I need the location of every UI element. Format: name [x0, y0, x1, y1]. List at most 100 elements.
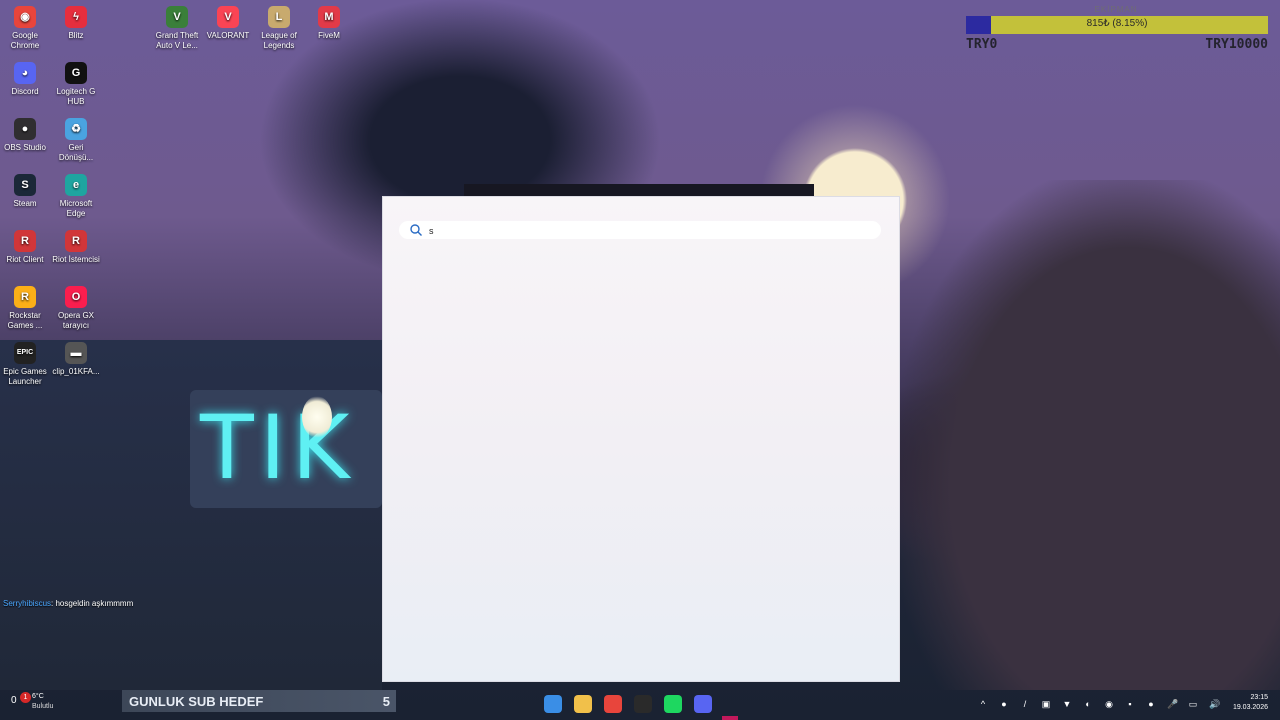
donation-title: EKİPMAN — [1094, 5, 1138, 14]
tray-icon[interactable]: ▭ — [1188, 699, 1198, 709]
app-icon: V — [166, 6, 188, 28]
tray-icon[interactable]: 🎤 — [1167, 699, 1178, 709]
active-app-indicator — [722, 716, 738, 720]
weather-temp: 6°C — [32, 693, 44, 700]
tray-icon[interactable]: ◐ — [1083, 699, 1093, 709]
desktop-icon[interactable]: O Opera GX tarayıcı — [52, 286, 100, 331]
taskbar-discord-icon[interactable] — [694, 695, 712, 713]
app-icon: R — [14, 230, 36, 252]
sub-goal-label: GUNLUK SUB HEDEF — [129, 694, 264, 709]
wallpaper-neon-sign: TIK — [190, 390, 382, 508]
donation-bar-fill — [966, 16, 991, 34]
desktop-icon[interactable]: ♻ Geri Dönüşü... — [52, 118, 100, 163]
chat-text: : hosgeldin aşkımmmm — [51, 599, 134, 608]
taskbar-start-icon[interactable] — [544, 695, 562, 713]
desktop-icon-label: Blitz — [68, 31, 84, 40]
tray-icon[interactable]: ▣ — [1041, 699, 1051, 709]
desktop-icon-label: Riot İstemcisi — [52, 255, 100, 264]
desktop-icon-label: Discord — [11, 87, 39, 96]
desktop-icon-label: Google Chrome — [10, 31, 40, 50]
clock-time: 23:15 — [1250, 694, 1268, 701]
notification-badge: 1 — [20, 692, 31, 703]
desktop-icon-label: Grand Theft Auto V Le... — [155, 31, 199, 50]
donation-min: TRY0 — [966, 37, 998, 52]
desktop-icon-label: League of Legends — [261, 31, 297, 50]
clock[interactable]: 23:15 19.03.2026 — [1233, 693, 1268, 713]
windows-search-window — [382, 196, 900, 682]
app-icon: R — [14, 286, 36, 308]
tray-icon[interactable]: ▪ — [1125, 699, 1135, 709]
app-icon: ▬ — [65, 342, 87, 364]
desktop-icon-label: Logitech G HUB — [56, 87, 96, 106]
tray-icon[interactable]: ● — [1146, 699, 1156, 709]
app-icon: G — [65, 62, 87, 84]
wallpaper-bulb — [302, 396, 332, 438]
desktop-icon[interactable]: ϟ Blitz — [52, 6, 100, 41]
app-icon: ● — [14, 118, 36, 140]
tray-icon[interactable]: ^ — [978, 699, 988, 709]
desktop-icon-label: clip_01KFA... — [52, 367, 100, 376]
desktop-icon[interactable]: ◕ Discord — [1, 62, 49, 97]
donation-max: TRY10000 — [1205, 37, 1268, 52]
tray-icon[interactable]: ◉ — [1104, 699, 1114, 709]
app-icon: ϟ — [65, 6, 87, 28]
donation-goal-panel: EKİPMAN 815₺ (8.15%) TRY0 TRY10000 — [966, 5, 1268, 52]
taskbar-file-explorer-icon[interactable] — [574, 695, 592, 713]
app-icon: R — [65, 230, 87, 252]
weather-count: 0 — [11, 695, 17, 706]
search-input[interactable] — [427, 222, 871, 240]
desktop-icon[interactable]: M FiveM — [305, 6, 353, 41]
desktop-icon-label: Epic Games Launcher — [3, 367, 47, 386]
wallpaper-figure — [900, 180, 1280, 690]
desktop-icon[interactable]: G Logitech G HUB — [52, 62, 100, 107]
search-icon — [410, 224, 422, 236]
app-icon: ♻ — [65, 118, 87, 140]
app-icon: EPIC — [14, 342, 36, 364]
app-icon: L — [268, 6, 290, 28]
window-shadow-strip — [464, 184, 814, 196]
tray-icon[interactable]: / — [1020, 699, 1030, 709]
app-icon: V — [217, 6, 239, 28]
desktop-icon[interactable]: V Grand Theft Auto V Le... — [153, 6, 201, 51]
weather-condition: Bulutlu — [32, 703, 54, 710]
app-icon: e — [65, 174, 87, 196]
tray-icon[interactable]: ● — [999, 699, 1009, 709]
desktop-icon[interactable]: e Microsoft Edge — [52, 174, 100, 219]
search-box[interactable] — [399, 221, 881, 240]
desktop-icon-label: OBS Studio — [4, 143, 46, 152]
desktop-icon[interactable]: S Steam — [1, 174, 49, 209]
app-icon: ◉ — [14, 6, 36, 28]
app-icon: S — [14, 174, 36, 196]
desktop-icon[interactable]: L League of Legends — [255, 6, 303, 51]
desktop-icon-label: VALORANT — [206, 31, 250, 40]
taskbar-spotify-icon[interactable] — [664, 695, 682, 713]
desktop-icon-label: Riot Client — [6, 255, 44, 264]
clock-date: 19.03.2026 — [1232, 704, 1268, 711]
desktop-icon-label: FiveM — [318, 31, 340, 40]
weather-widget[interactable]: 0 1 6°C Bulutlu — [6, 690, 122, 714]
desktop-icon[interactable]: R Rockstar Games ... — [1, 286, 49, 331]
sub-goal-bar: GUNLUK SUB HEDEF 5 — [122, 690, 396, 712]
tray-icon[interactable]: ▼ — [1062, 699, 1072, 709]
desktop-icon[interactable]: ▬ clip_01KFA... — [52, 342, 100, 377]
desktop-icon[interactable]: V VALORANT — [204, 6, 252, 41]
taskbar-chrome-icon[interactable] — [604, 695, 622, 713]
tray-icon[interactable]: 🔊 — [1209, 699, 1220, 709]
sub-goal-value: 5 — [382, 694, 390, 709]
desktop-icon-label: Microsoft Edge — [59, 199, 93, 218]
app-icon: M — [318, 6, 340, 28]
chat-message: Serryhibiscus: hosgeldin aşkımmmm — [3, 599, 133, 608]
desktop-icon[interactable]: R Riot Client — [1, 230, 49, 265]
desktop-icon-label: Steam — [13, 199, 37, 208]
desktop-icon[interactable]: ◉ Google Chrome — [1, 6, 49, 51]
desktop-icon-label: Opera GX tarayıcı — [57, 311, 94, 330]
desktop-icon-label: Rockstar Games ... — [7, 311, 43, 330]
app-icon: O — [65, 286, 87, 308]
desktop-icon[interactable]: R Riot İstemcisi — [52, 230, 100, 265]
desktop-icon[interactable]: ● OBS Studio — [1, 118, 49, 153]
taskbar-obs-icon[interactable] — [634, 695, 652, 713]
donation-amount: 815₺ (8.15%) — [1086, 18, 1148, 29]
desktop-icon[interactable]: EPIC Epic Games Launcher — [1, 342, 49, 387]
desktop-icon-label: Geri Dönüşü... — [58, 143, 94, 162]
chat-user: Serryhibiscus — [3, 599, 52, 608]
